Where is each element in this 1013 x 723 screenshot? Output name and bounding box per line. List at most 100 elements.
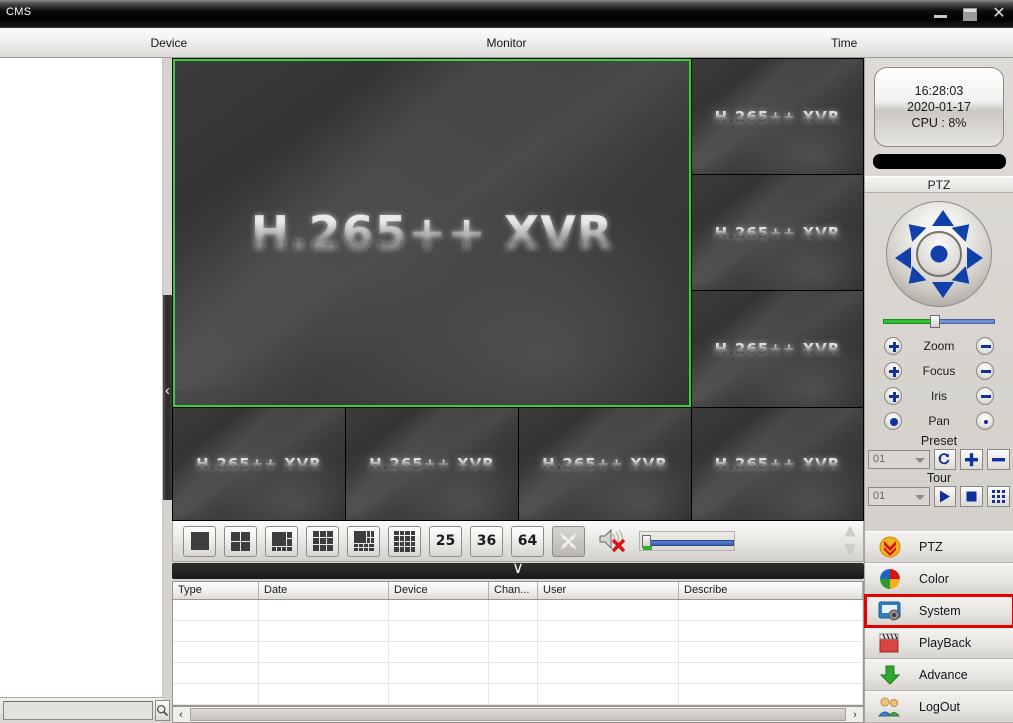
zoom-out-button[interactable] xyxy=(976,336,994,355)
menu-item-label: PTZ xyxy=(919,540,943,554)
video-pane-2[interactable]: H.265++ XVR xyxy=(692,59,863,174)
split-36-button[interactable]: 36 xyxy=(470,525,503,557)
ptz-up-arrow-icon[interactable] xyxy=(932,210,954,226)
collapsed-bar[interactable] xyxy=(872,154,1006,169)
column-header-device[interactable]: Device xyxy=(389,582,489,599)
video-pane-6[interactable]: H.265++ XVR xyxy=(346,408,518,520)
tab-time[interactable]: Time xyxy=(675,28,1013,57)
clock-time: 16:28:03 xyxy=(914,84,964,98)
split-16-button[interactable] xyxy=(388,525,421,557)
ptz-speed-filled xyxy=(883,319,935,324)
preset-value: 01 xyxy=(873,453,886,465)
menu-item-logout[interactable]: LogOut xyxy=(865,691,1013,723)
video-pane-1[interactable]: H.265++ XVR xyxy=(173,59,691,407)
video-pane-label: H.265++ XVR xyxy=(542,455,668,473)
volume-knob[interactable] xyxy=(642,535,652,550)
table-row[interactable] xyxy=(173,642,863,663)
focus-in-button[interactable] xyxy=(884,361,902,380)
video-pane-8[interactable]: H.265++ XVR xyxy=(692,408,863,520)
left-panel-collapse-handle[interactable]: ‹ xyxy=(163,295,172,500)
scroll-down-button[interactable]: ▼ xyxy=(839,541,861,559)
pan-start-button[interactable] xyxy=(884,411,902,430)
column-header-date[interactable]: Date xyxy=(259,582,389,599)
ptz-center-button[interactable] xyxy=(916,231,962,277)
zoom-in-button[interactable] xyxy=(884,336,902,355)
ptz-joystick[interactable] xyxy=(886,201,992,307)
iris-open-button[interactable] xyxy=(884,386,902,405)
log-horizontal-scrollbar[interactable]: ‹ › xyxy=(172,706,864,723)
log-panel-collapse-handle[interactable]: ∨ xyxy=(172,561,864,579)
split-6-button[interactable] xyxy=(265,525,298,557)
split-64-button[interactable]: 64 xyxy=(511,525,544,557)
tour-select[interactable]: 01 xyxy=(868,487,930,506)
video-pane-label: H.265++ XVR xyxy=(714,340,841,358)
search-icon[interactable] xyxy=(155,700,170,721)
video-pane-5[interactable]: H.265++ XVR xyxy=(173,408,345,520)
iris-close-button[interactable] xyxy=(976,386,994,405)
1-split-icon xyxy=(190,532,209,550)
preset-add-button[interactable] xyxy=(960,449,984,470)
video-pane-7[interactable]: H.265++ XVR xyxy=(519,408,691,520)
table-row[interactable] xyxy=(173,663,863,684)
device-tree-panel[interactable] xyxy=(0,58,163,697)
search-input[interactable] xyxy=(3,701,153,720)
video-pane-3[interactable]: H.265++ XVR xyxy=(692,175,863,290)
ptz-joystick-area xyxy=(865,193,1013,333)
main-tab-strip: Device Monitor Time xyxy=(0,28,1013,58)
tour-setup-button[interactable] xyxy=(987,486,1011,507)
video-grid: H.265++ XVR H.265++ XVR H.265++ XVR H.26… xyxy=(172,58,864,521)
table-row[interactable] xyxy=(173,684,863,705)
scrollbar-thumb[interactable] xyxy=(190,708,846,721)
scroll-buttons: ▲ ▼ xyxy=(839,523,861,559)
split-36-label: 36 xyxy=(476,533,497,549)
ptz-left-arrow-icon[interactable] xyxy=(895,247,911,269)
ptz-speed-knob[interactable] xyxy=(930,315,940,328)
volume-slider[interactable] xyxy=(639,531,735,551)
users-icon xyxy=(877,695,903,719)
menu-item-color[interactable]: Color xyxy=(865,563,1013,595)
log-table-body[interactable] xyxy=(173,600,863,705)
preset-select[interactable]: 01 xyxy=(868,450,930,469)
maximize-button[interactable] xyxy=(963,8,977,21)
grid-icon xyxy=(992,490,1006,503)
column-header-channel[interactable]: Chan... xyxy=(489,582,538,599)
column-header-type[interactable]: Type xyxy=(173,582,259,599)
split-9-button[interactable] xyxy=(306,525,339,557)
menu-item-system[interactable]: System xyxy=(864,594,1013,628)
scroll-right-button[interactable]: › xyxy=(847,707,863,722)
fullscreen-button[interactable] xyxy=(552,525,585,557)
minimize-button[interactable] xyxy=(933,6,949,22)
function-menu: PTZ Color System PlayBack Advance LogOut xyxy=(864,531,1013,723)
close-icon[interactable]: ✕ xyxy=(991,6,1007,22)
ptz-right-arrow-icon[interactable] xyxy=(967,247,983,269)
scroll-left-button[interactable]: ‹ xyxy=(173,707,189,722)
menu-item-playback[interactable]: PlayBack xyxy=(865,627,1013,659)
video-pane-label: H.265++ XVR xyxy=(250,206,614,260)
preset-remove-button[interactable] xyxy=(987,449,1011,470)
table-row[interactable] xyxy=(173,600,863,621)
focus-out-button[interactable] xyxy=(976,361,994,380)
preset-label: Preset xyxy=(920,434,958,448)
tour-play-button[interactable] xyxy=(933,486,957,507)
tour-stop-button[interactable] xyxy=(960,486,984,507)
video-pane-4[interactable]: H.265++ XVR xyxy=(692,291,863,407)
device-search-bar xyxy=(0,697,187,723)
pan-stop-button[interactable] xyxy=(976,411,994,430)
tab-monitor[interactable]: Monitor xyxy=(338,28,676,57)
column-header-describe[interactable]: Describe xyxy=(679,582,863,599)
split-8-button[interactable] xyxy=(347,525,380,557)
menu-item-ptz[interactable]: PTZ xyxy=(865,531,1013,563)
split-25-button[interactable]: 25 xyxy=(429,525,462,557)
split-1-button[interactable] xyxy=(183,525,216,557)
preset-goto-button[interactable] xyxy=(933,449,957,470)
menu-item-advance[interactable]: Advance xyxy=(865,659,1013,691)
mute-button[interactable] xyxy=(597,526,627,557)
ptz-speed-slider[interactable] xyxy=(883,315,995,328)
scroll-up-button[interactable]: ▲ xyxy=(839,523,861,541)
table-row[interactable] xyxy=(173,621,863,642)
tab-device[interactable]: Device xyxy=(0,28,338,57)
split-4-button[interactable] xyxy=(224,525,257,557)
ptz-down-arrow-icon[interactable] xyxy=(932,282,954,298)
column-header-user[interactable]: User xyxy=(538,582,679,599)
ptz-pan-row: Pan xyxy=(865,408,1013,433)
